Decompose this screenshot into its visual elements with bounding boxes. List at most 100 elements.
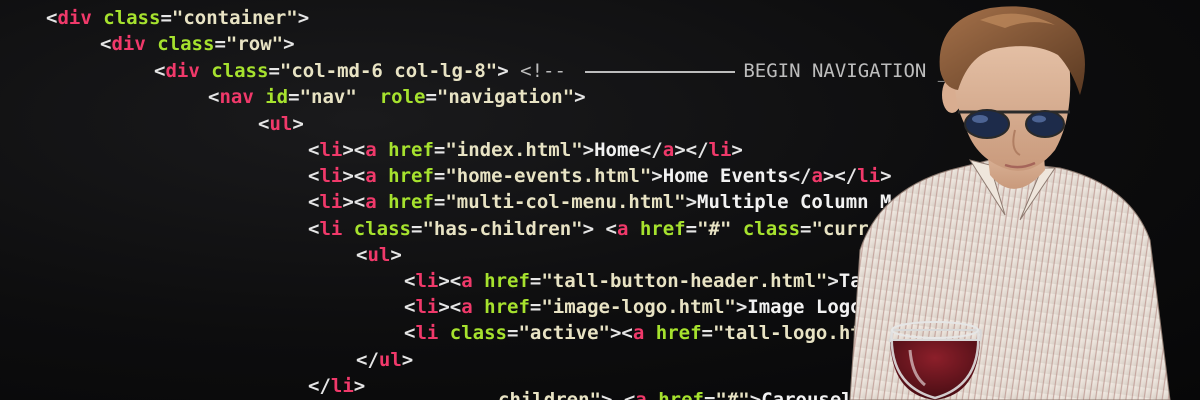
code-token: "active" (518, 322, 610, 344)
code-token: </ (308, 375, 331, 397)
code-token: "multi-col-menu.html" (445, 191, 686, 213)
code-token: "tall-button-header.html" (541, 270, 828, 292)
code-token: = (685, 218, 698, 240)
code-token: > (390, 244, 402, 266)
code-token: "#" (715, 389, 750, 400)
code-token: li (319, 218, 343, 240)
code-token: ul (269, 113, 293, 135)
code-token: li (330, 375, 354, 397)
code-token: > (297, 7, 310, 29)
code-token: div (111, 33, 146, 55)
code-token: = (214, 33, 226, 55)
code-line: <li><a href="home-events.html">Home Even… (308, 164, 892, 188)
code-token: > (685, 191, 698, 213)
code-token: </ (356, 349, 379, 371)
code-token: > (651, 165, 663, 187)
code-line: <nav id="nav" role="navigation"> (208, 85, 586, 109)
code-token: href (484, 270, 530, 292)
person-illustration (849, 6, 1171, 400)
code-token: >< (342, 139, 366, 161)
code-token: < (404, 270, 416, 292)
code-token: div (165, 60, 200, 82)
code-token: children" (498, 389, 601, 400)
code-line: <ul> (356, 243, 402, 267)
code-token: href (388, 165, 434, 187)
code-token: = (507, 322, 519, 344)
code-token: class (211, 60, 269, 82)
code-token: a (365, 165, 377, 187)
code-token: < (154, 60, 166, 82)
code-token: > (283, 33, 295, 55)
code-line: </li> (308, 374, 365, 398)
code-token: = (529, 296, 542, 318)
code-token: "image-logo.html" (541, 296, 736, 318)
code-token: "nav" (299, 86, 357, 108)
code-token: class (742, 218, 801, 240)
code-token: < (404, 322, 416, 344)
code-token: > (401, 349, 414, 371)
code-token: "col-md-6 col-lg-8" (279, 60, 498, 82)
code-line: <div class="container"> (46, 6, 309, 30)
code-token: > (749, 389, 762, 400)
code-token: >< (609, 322, 633, 344)
code-token: href (639, 218, 686, 240)
code-token: nav (219, 86, 254, 108)
code-token: li (415, 322, 439, 344)
code-token: class (157, 33, 215, 55)
code-token: li (319, 191, 343, 213)
code-token: = (425, 86, 437, 108)
code-token: "home-events.html" (445, 165, 652, 187)
code-token: "has-children" (422, 218, 583, 240)
code-token: = (288, 86, 300, 108)
code-token: id (265, 86, 289, 108)
code-token: ></ (674, 139, 709, 161)
code-token: < (208, 86, 220, 108)
code-token: < (308, 165, 320, 187)
code-background: <div class="container"> <div class="row">… (0, 0, 949, 400)
code-token: "row" (225, 33, 284, 55)
code-token: > (292, 113, 304, 135)
code-token: Home Events (662, 165, 789, 187)
code-token: >< (342, 165, 366, 187)
code-token: href (484, 296, 530, 318)
code-token: href (658, 389, 704, 400)
code-line: <li><a href="index.html">Home</a></li> (308, 138, 743, 162)
code-token: = (433, 191, 446, 213)
code-token: href (388, 139, 434, 161)
code-token: > (731, 139, 743, 161)
code-line: </ul> (356, 348, 413, 372)
code-token: a (662, 139, 675, 161)
code-token: < (404, 296, 416, 318)
code-token: = (703, 389, 716, 400)
code-token: li (319, 165, 343, 187)
code-token: = (160, 7, 172, 29)
code-token: Home (594, 139, 640, 161)
code-token: >< (438, 296, 462, 318)
code-token: > (735, 296, 748, 318)
code-token: > (497, 60, 521, 82)
code-token: li (415, 296, 439, 318)
code-token: "#" (697, 218, 732, 240)
code-token: < (356, 244, 368, 266)
code-token: > (582, 139, 595, 161)
code-token: a (461, 296, 473, 318)
code-token: >< (438, 270, 462, 292)
code-token: = (800, 218, 812, 240)
code-token: "container" (171, 7, 298, 29)
code-token: = (411, 218, 423, 240)
code-token: < (308, 139, 320, 161)
code-token: > (353, 375, 366, 397)
code-token: ul (367, 244, 391, 266)
code-line: <ul> (258, 112, 304, 136)
